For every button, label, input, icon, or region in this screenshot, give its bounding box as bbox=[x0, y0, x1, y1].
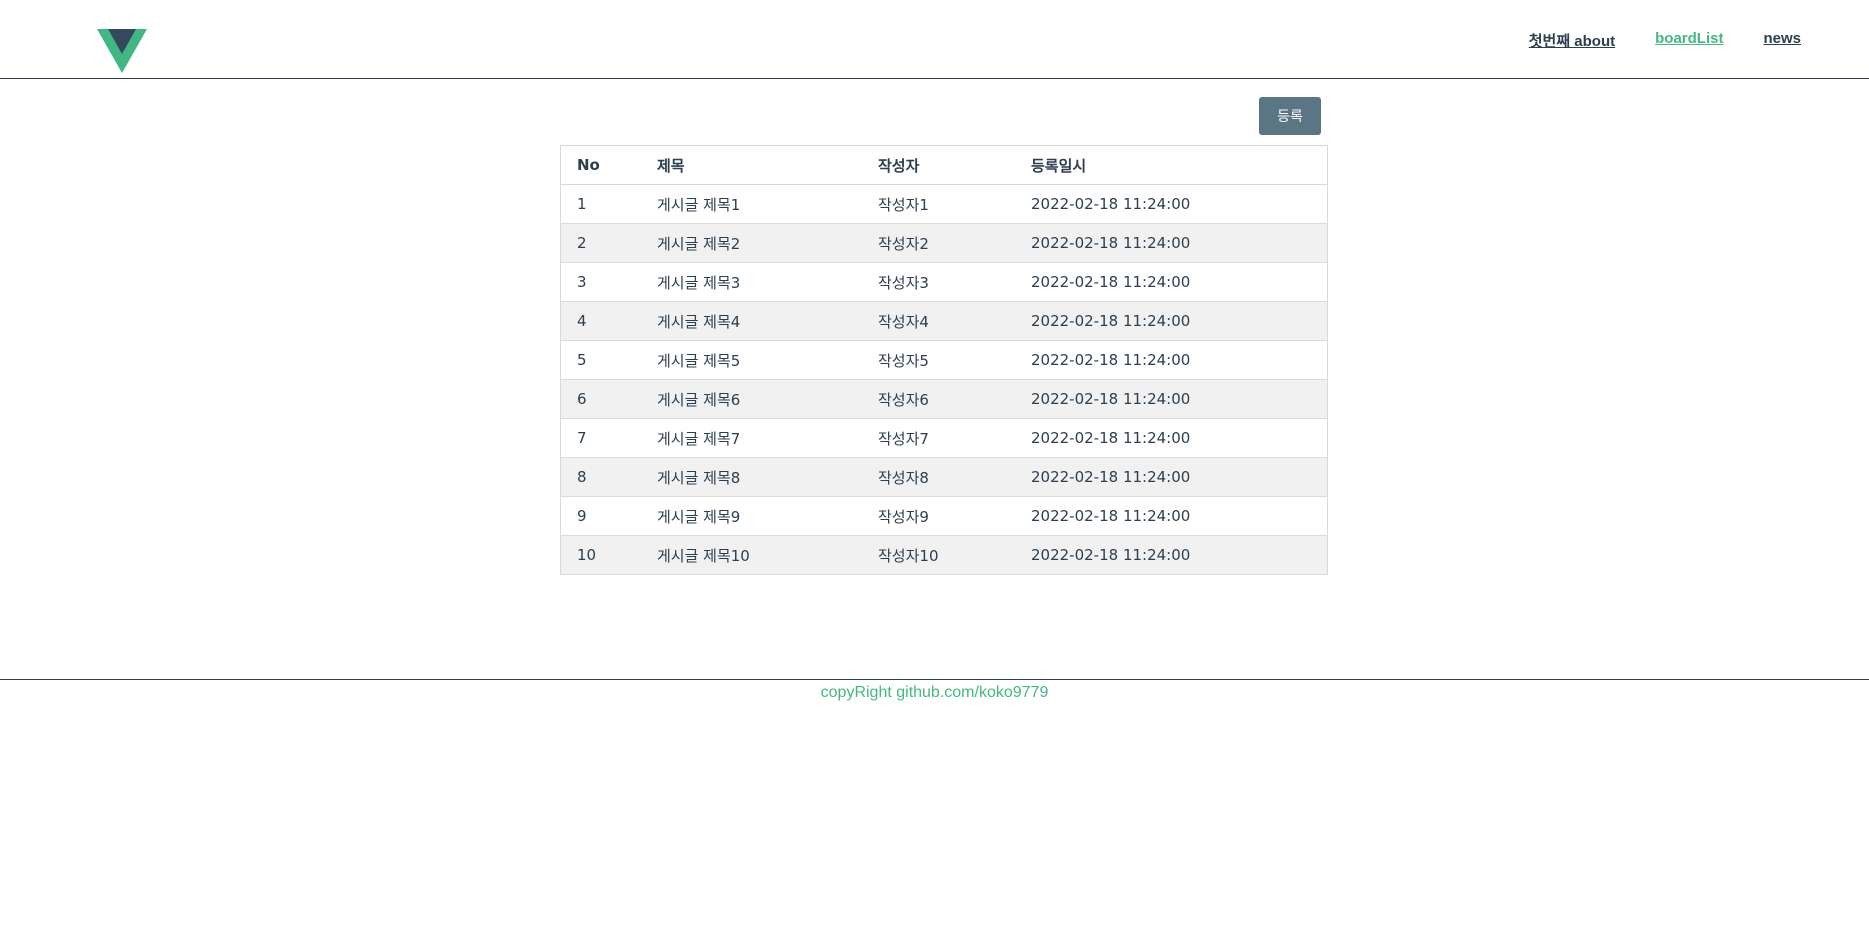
cell-title[interactable]: 게시글 제목10 bbox=[641, 535, 862, 575]
cell-date: 2022-02-18 11:24:00 bbox=[1015, 340, 1328, 380]
cell-title[interactable]: 게시글 제목3 bbox=[641, 262, 862, 302]
column-header-writer: 작성자 bbox=[862, 145, 1015, 185]
cell-title[interactable]: 게시글 제목6 bbox=[641, 379, 862, 419]
table-row[interactable]: 5 게시글 제목5 작성자5 2022-02-18 11:24:00 bbox=[560, 340, 1328, 380]
table-row[interactable]: 4 게시글 제목4 작성자4 2022-02-18 11:24:00 bbox=[560, 301, 1328, 341]
column-header-date: 등록일시 bbox=[1015, 145, 1328, 185]
table-header-row: No 제목 작성자 등록일시 bbox=[560, 145, 1328, 185]
cell-date: 2022-02-18 11:24:00 bbox=[1015, 496, 1328, 536]
copyright-text: copyRight github.com/koko9779 bbox=[820, 684, 1049, 701]
cell-writer: 작성자1 bbox=[862, 184, 1015, 224]
cell-date: 2022-02-18 11:24:00 bbox=[1015, 457, 1328, 497]
cell-title[interactable]: 게시글 제목8 bbox=[641, 457, 862, 497]
table-row[interactable]: 6 게시글 제목6 작성자6 2022-02-18 11:24:00 bbox=[560, 379, 1328, 419]
cell-title[interactable]: 게시글 제목2 bbox=[641, 223, 862, 263]
cell-no: 1 bbox=[560, 184, 641, 224]
cell-writer: 작성자3 bbox=[862, 262, 1015, 302]
cell-no: 4 bbox=[560, 301, 641, 341]
nav-link-about[interactable]: 첫번째 about bbox=[1529, 30, 1615, 51]
table-row[interactable]: 3 게시글 제목3 작성자3 2022-02-18 11:24:00 bbox=[560, 262, 1328, 302]
cell-no: 5 bbox=[560, 340, 641, 380]
cell-writer: 작성자9 bbox=[862, 496, 1015, 536]
table-row[interactable]: 9 게시글 제목9 작성자9 2022-02-18 11:24:00 bbox=[560, 496, 1328, 536]
cell-no: 2 bbox=[560, 223, 641, 263]
cell-no: 8 bbox=[560, 457, 641, 497]
cell-writer: 작성자10 bbox=[862, 535, 1015, 575]
cell-writer: 작성자5 bbox=[862, 340, 1015, 380]
top-nav: 첫번째 about boardList news bbox=[1529, 30, 1801, 51]
cell-writer: 작성자7 bbox=[862, 418, 1015, 458]
table-row[interactable]: 10 게시글 제목10 작성자10 2022-02-18 11:24:00 bbox=[560, 535, 1328, 575]
cell-date: 2022-02-18 11:24:00 bbox=[1015, 223, 1328, 263]
table-row[interactable]: 2 게시글 제목2 작성자2 2022-02-18 11:24:00 bbox=[560, 223, 1328, 263]
table-row[interactable]: 8 게시글 제목8 작성자8 2022-02-18 11:24:00 bbox=[560, 457, 1328, 497]
cell-date: 2022-02-18 11:24:00 bbox=[1015, 418, 1328, 458]
cell-writer: 작성자2 bbox=[862, 223, 1015, 263]
cell-no: 7 bbox=[560, 418, 641, 458]
cell-no: 3 bbox=[560, 262, 641, 302]
toolbar: 등록 bbox=[560, 97, 1328, 145]
table-row[interactable]: 7 게시글 제목7 작성자7 2022-02-18 11:24:00 bbox=[560, 418, 1328, 458]
register-button[interactable]: 등록 bbox=[1259, 97, 1321, 135]
table-row[interactable]: 1 게시글 제목1 작성자1 2022-02-18 11:24:00 bbox=[560, 184, 1328, 224]
cell-writer: 작성자8 bbox=[862, 457, 1015, 497]
board-table: No 제목 작성자 등록일시 1 게시글 제목1 작성자1 2022-02-18 11… bbox=[560, 145, 1328, 575]
cell-date: 2022-02-18 11:24:00 bbox=[1015, 262, 1328, 302]
vue-logo-icon[interactable] bbox=[97, 29, 147, 73]
cell-date: 2022-02-18 11:24:00 bbox=[1015, 184, 1328, 224]
column-header-title: 제목 bbox=[641, 145, 862, 185]
board-list-container: 등록 No 제목 작성자 등록일시 1 게시글 제목1 작성자1 2022-02-18… bbox=[560, 97, 1328, 575]
cell-title[interactable]: 게시글 제목9 bbox=[641, 496, 862, 536]
cell-date: 2022-02-18 11:24:00 bbox=[1015, 379, 1328, 419]
nav-link-news[interactable]: news bbox=[1763, 30, 1801, 51]
cell-date: 2022-02-18 11:24:00 bbox=[1015, 301, 1328, 341]
cell-writer: 작성자4 bbox=[862, 301, 1015, 341]
column-header-no: No bbox=[560, 145, 641, 185]
nav-link-boardlist[interactable]: boardList bbox=[1655, 30, 1723, 51]
cell-no: 9 bbox=[560, 496, 641, 536]
cell-title[interactable]: 게시글 제목1 bbox=[641, 184, 862, 224]
cell-no: 6 bbox=[560, 379, 641, 419]
app-header: 첫번째 about boardList news bbox=[0, 0, 1869, 79]
cell-no: 10 bbox=[560, 535, 641, 575]
cell-title[interactable]: 게시글 제목4 bbox=[641, 301, 862, 341]
cell-title[interactable]: 게시글 제목5 bbox=[641, 340, 862, 380]
table-body: 1 게시글 제목1 작성자1 2022-02-18 11:24:00 2 게시글 제목2 작… bbox=[560, 184, 1328, 575]
page-footer: copyRight github.com/koko9779 bbox=[0, 679, 1869, 702]
cell-writer: 작성자6 bbox=[862, 379, 1015, 419]
cell-date: 2022-02-18 11:24:00 bbox=[1015, 535, 1328, 575]
cell-title[interactable]: 게시글 제목7 bbox=[641, 418, 862, 458]
